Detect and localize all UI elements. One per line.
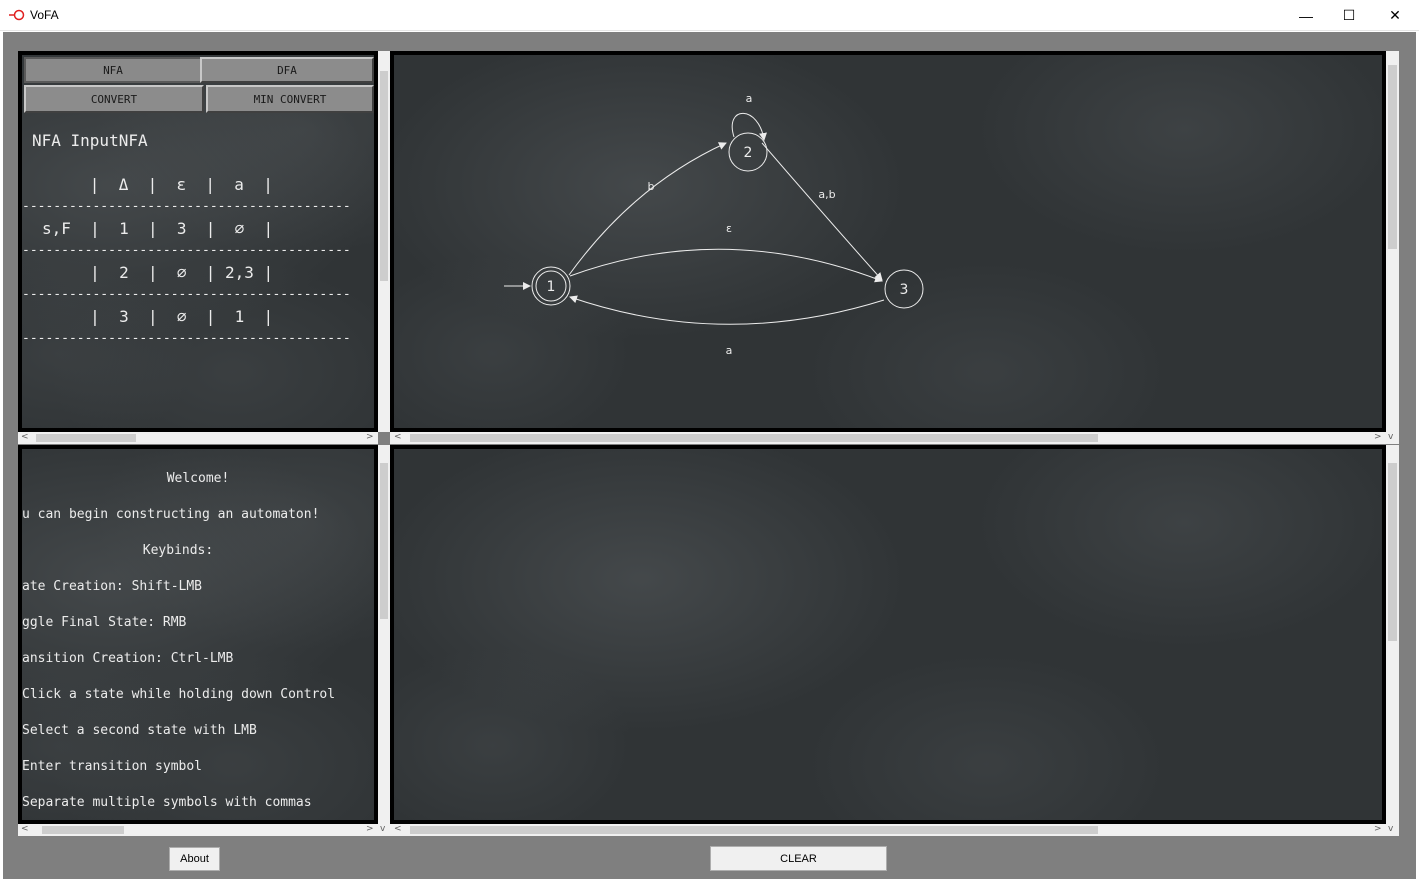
dfa-tab-label: DFA (277, 63, 297, 77)
help-line: ansition Creation: Ctrl-LMB (22, 651, 234, 666)
table-horizontal-scrollbar[interactable]: < > (18, 432, 378, 444)
title-bar: VoFA — ☐ ✕ (0, 0, 1419, 31)
scroll-right-icon[interactable]: > (1374, 432, 1382, 442)
table-row: s,F | 1 | 3 | ∅ | (42, 219, 274, 238)
scroll-down-icon[interactable]: v (380, 824, 385, 834)
scroll-down-icon[interactable]: v (1388, 824, 1393, 834)
state-label: 1 (547, 279, 556, 295)
minimize-icon: — (1299, 7, 1313, 24)
scroll-down-icon[interactable]: v (1388, 432, 1393, 442)
minimize-button[interactable]: — (1283, 0, 1329, 31)
table-vertical-scrollbar[interactable] (378, 51, 390, 432)
scrollbar-thumb[interactable] (1388, 463, 1397, 641)
scroll-right-icon[interactable]: > (366, 432, 374, 442)
about-button[interactable]: About (169, 847, 220, 871)
app-icon (9, 9, 25, 21)
table-title: NFA InputNFA (32, 131, 148, 150)
scrollbar-thumb[interactable] (380, 71, 388, 281)
convert-button[interactable]: CONVERT (24, 85, 204, 113)
table-row: | 2 | ∅ | 2,3 | (42, 263, 274, 282)
table-separator: ----------------------------------------… (22, 287, 351, 302)
clear-button[interactable]: CLEAR (710, 846, 887, 871)
close-button[interactable]: ✕ (1372, 0, 1418, 31)
scroll-left-icon[interactable]: < (394, 432, 402, 442)
scroll-left-icon[interactable]: < (21, 824, 29, 834)
scrollbar-thumb[interactable] (380, 463, 388, 619)
close-icon: ✕ (1389, 7, 1401, 23)
canvas-vertical-scrollbar[interactable] (1386, 51, 1399, 432)
edge-3-1[interactable] (569, 295, 885, 325)
window-title: VoFA (30, 8, 59, 22)
help-line: Click a state while holding down Control (22, 687, 336, 702)
automaton-canvas[interactable]: 1 2 3 a b a,b ε a (390, 51, 1386, 432)
scroll-right-icon[interactable]: > (366, 824, 374, 834)
help-line: u can begin constructing an automaton! (22, 507, 320, 522)
table-separator: ----------------------------------------… (22, 331, 351, 346)
edge-label: a (746, 92, 753, 105)
help-line: ggle Final State: RMB (22, 615, 187, 630)
edge-label: b (648, 180, 655, 193)
about-label: About (180, 853, 209, 865)
scroll-right-icon[interactable]: > (1374, 824, 1382, 834)
scrollbar-thumb[interactable] (42, 826, 124, 834)
table-separator: ----------------------------------------… (22, 199, 351, 214)
help-line: Separate multiple symbols with commas (22, 795, 312, 810)
scrollbar-thumb[interactable] (410, 826, 1098, 834)
canvas-horizontal-scrollbar[interactable]: < > v (390, 432, 1399, 444)
nfa-tab-button[interactable]: NFA (24, 57, 202, 83)
result-horizontal-scrollbar[interactable]: < > v (390, 824, 1399, 836)
table-pane: NFA DFA CONVERT MIN CONVERT NFA InputNFA… (18, 51, 378, 432)
help-line: ate Creation: Shift-LMB (22, 579, 203, 594)
convert-label: CONVERT (90, 92, 138, 106)
nfa-tab-label: NFA (103, 63, 123, 77)
scroll-left-icon[interactable]: < (21, 432, 29, 442)
help-welcome: Welcome! (166, 471, 230, 486)
help-pane: Welcome! u can begin constructing an aut… (18, 445, 378, 824)
scrollbar-thumb[interactable] (410, 434, 1098, 442)
result-canvas[interactable] (390, 445, 1386, 824)
maximize-icon: ☐ (1342, 7, 1356, 23)
edge-label: a,b (818, 188, 835, 201)
maximize-button[interactable]: ☐ (1326, 0, 1372, 31)
table-separator: ----------------------------------------… (22, 243, 351, 258)
help-line: Enter transition symbol (22, 759, 203, 774)
min-convert-label: MIN CONVERT (253, 92, 327, 106)
clear-label: CLEAR (780, 852, 817, 865)
help-line: Select a second state with LMB (22, 723, 257, 738)
edge-1-3[interactable] (569, 248, 883, 283)
edge-label: ε (726, 222, 732, 235)
scroll-left-icon[interactable]: < (394, 824, 402, 834)
state-label: 3 (900, 282, 909, 298)
edge-2-3[interactable] (761, 142, 883, 281)
edge-label: a (726, 344, 733, 357)
result-vertical-scrollbar[interactable] (1386, 445, 1399, 824)
help-horizontal-scrollbar[interactable]: < > v (18, 824, 390, 836)
table-header: | Δ | ε | a | (32, 175, 273, 194)
scrollbar-thumb[interactable] (1388, 65, 1397, 249)
help-keybinds-heading: Keybinds: (142, 543, 214, 558)
dfa-tab-button[interactable]: DFA (200, 57, 374, 83)
automaton-graph[interactable]: 1 2 3 a b a,b ε a (394, 55, 1382, 428)
min-convert-button[interactable]: MIN CONVERT (206, 85, 374, 113)
scrollbar-thumb[interactable] (36, 434, 136, 442)
help-vertical-scrollbar[interactable] (378, 445, 390, 824)
state-label: 2 (744, 145, 753, 161)
table-row: | 3 | ∅ | 1 | (42, 307, 274, 326)
